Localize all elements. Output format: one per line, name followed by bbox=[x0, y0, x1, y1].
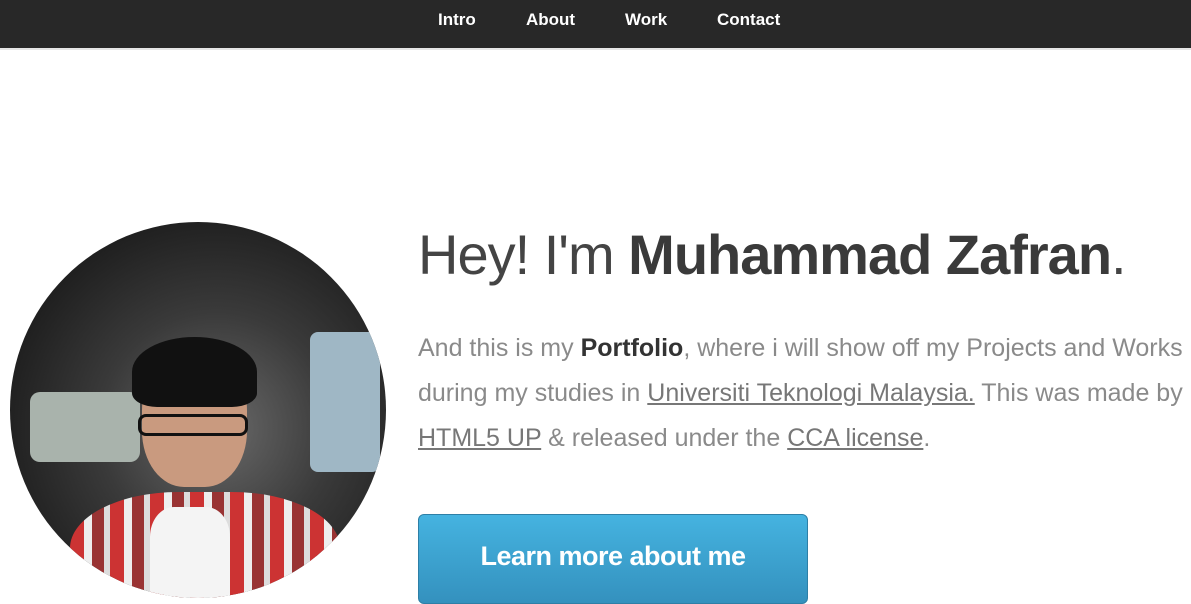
car-window bbox=[30, 392, 140, 462]
profile-photo bbox=[10, 222, 386, 598]
learn-more-button[interactable]: Learn more about me bbox=[418, 514, 808, 604]
university-link[interactable]: Universiti Teknologi Malaysia. bbox=[647, 379, 974, 407]
nav-about[interactable]: About bbox=[526, 10, 575, 30]
page-title: Hey! I'm Muhammad Zafran. bbox=[418, 222, 1127, 287]
top-nav: Intro About Work Contact bbox=[0, 0, 1191, 50]
glasses bbox=[138, 414, 248, 436]
nav-contact[interactable]: Contact bbox=[717, 10, 780, 30]
license-link[interactable]: CCA license bbox=[787, 424, 923, 452]
intro-text-part: And this is my bbox=[418, 334, 581, 362]
t-shirt bbox=[150, 507, 230, 598]
title-period: . bbox=[1111, 223, 1127, 286]
intro-text: And this is my Portfolio, where i will s… bbox=[418, 326, 1191, 461]
intro-text-part: & released under the bbox=[541, 424, 788, 452]
nav-intro[interactable]: Intro bbox=[438, 10, 476, 30]
html5up-link[interactable]: HTML5 UP bbox=[418, 424, 541, 452]
greeting: Hey! I'm bbox=[418, 223, 629, 286]
nav-work[interactable]: Work bbox=[625, 10, 667, 30]
hair bbox=[132, 337, 257, 407]
car-window bbox=[310, 332, 380, 472]
portfolio-emphasis: Portfolio bbox=[580, 334, 684, 362]
intro-text-part: This was made by bbox=[974, 379, 1183, 407]
name: Muhammad Zafran bbox=[628, 223, 1112, 286]
intro-text-part: . bbox=[923, 424, 931, 452]
